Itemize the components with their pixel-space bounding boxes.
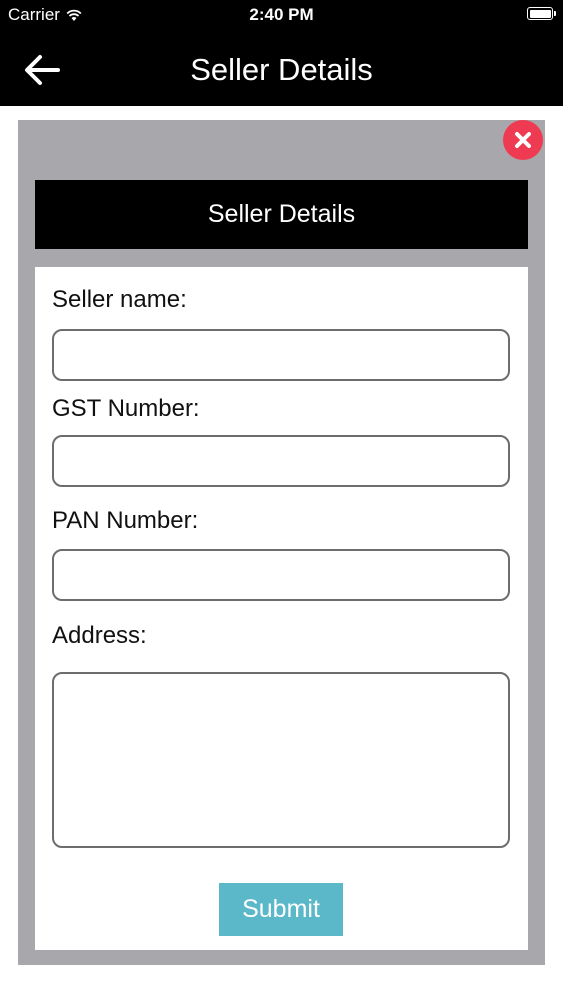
address-label: Address: <box>52 622 147 649</box>
seller-name-label: Seller name: <box>52 286 187 313</box>
pan-number-input[interactable] <box>52 549 510 601</box>
submit-button[interactable]: Submit <box>219 883 343 936</box>
page-title: Seller Details <box>190 52 373 87</box>
dialog-title: Seller Details <box>35 180 528 249</box>
status-time: 2:40 PM <box>249 5 314 24</box>
address-textarea[interactable] <box>52 672 510 848</box>
gst-number-input[interactable] <box>52 435 510 487</box>
status-bar: Carrier 2:40 PM <box>0 0 563 30</box>
navigation-bar: Seller Details <box>0 30 563 106</box>
pan-number-label: PAN Number: <box>52 507 199 534</box>
battery-icon <box>527 7 556 20</box>
seller-name-input[interactable] <box>52 329 510 381</box>
gst-number-label: GST Number: <box>52 395 200 422</box>
close-icon[interactable] <box>503 120 543 160</box>
